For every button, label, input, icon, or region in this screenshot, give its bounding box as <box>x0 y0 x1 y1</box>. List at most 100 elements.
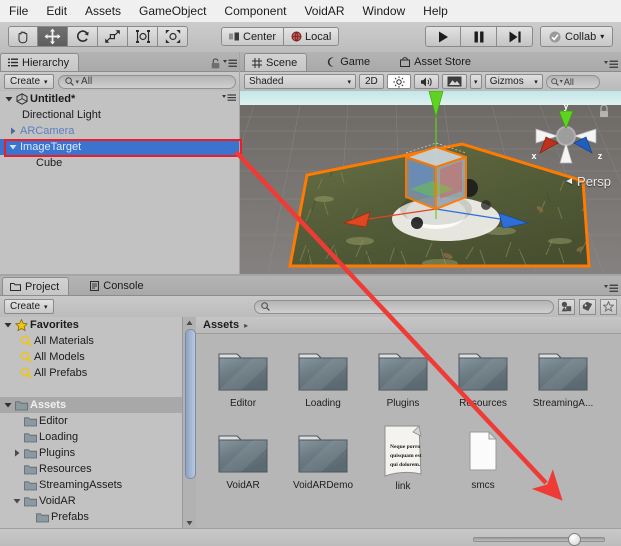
hand-tool-button[interactable] <box>8 26 38 47</box>
step-button[interactable] <box>497 26 533 47</box>
project-tree-item-streamingassets[interactable]: StreamingAssets <box>0 477 182 493</box>
space-mode-button[interactable]: Local <box>284 27 340 46</box>
menu-item-window[interactable]: Window <box>353 2 414 20</box>
asset-item-editor[interactable]: Editor <box>203 348 283 409</box>
project-create-button[interactable]: Create ▾ <box>4 299 54 314</box>
scene-gizmos-dropdown[interactable]: Gizmos ▾ <box>484 74 543 89</box>
light-icon <box>393 75 405 88</box>
project-tree-item-assets[interactable]: Assets <box>0 397 182 413</box>
move-tool-button[interactable] <box>38 26 68 47</box>
chevron-down-icon[interactable] <box>12 496 22 506</box>
project-tree-scrollbar[interactable] <box>182 317 196 528</box>
project-label-filter-button[interactable] <box>579 298 596 315</box>
scene-toolbar: Shaded ▾ 2D ▾ Gizmos ▾ ▾ All <box>240 72 621 92</box>
asset-item-loading[interactable]: Loading <box>283 348 363 409</box>
transform-tool-button[interactable] <box>158 26 188 47</box>
asset-zoom-slider-track[interactable] <box>473 537 605 542</box>
project-favorite-filter-button[interactable] <box>600 298 617 315</box>
asset-item-voidar[interactable]: VoidAR <box>203 430 283 491</box>
project-tree-item-voidar[interactable]: VoidAR <box>0 493 182 509</box>
tab-project[interactable]: Project <box>2 277 70 295</box>
scene-draw-mode-dropdown[interactable]: Shaded ▾ <box>244 74 356 89</box>
folder-icon <box>298 353 348 391</box>
collab-button[interactable]: Collab ▾ <box>540 26 614 47</box>
project-tree-scroll-thumb[interactable] <box>185 329 196 479</box>
menu-item-assets[interactable]: Assets <box>76 2 130 20</box>
project-tree-item-plugins[interactable]: Plugins <box>0 445 182 461</box>
lock-icon[interactable] <box>211 58 220 69</box>
scene-search-input[interactable]: ▾ All <box>545 74 600 89</box>
project-tree-item-all-models[interactable]: All Models <box>0 349 182 365</box>
folder-icon <box>24 480 37 490</box>
tab-game[interactable]: Game <box>319 53 379 71</box>
scene-2d-toggle[interactable]: 2D <box>359 74 384 89</box>
chevron-down-icon[interactable] <box>3 320 13 330</box>
pause-button[interactable] <box>461 26 497 47</box>
breadcrumb[interactable]: Assets ▸ <box>196 317 621 334</box>
asset-item-smcs[interactable]: smcs <box>443 430 523 491</box>
asset-item-resources[interactable]: Resources <box>443 348 523 409</box>
menu-item-gameobject[interactable]: GameObject <box>130 2 215 20</box>
rect-tool-button[interactable] <box>128 26 158 47</box>
asset-item-plugins[interactable]: Plugins <box>363 348 443 409</box>
panel-menu-icon[interactable] <box>223 59 237 68</box>
rotate-tool-button[interactable] <box>68 26 98 47</box>
chevron-down-icon: ▾ <box>347 78 351 86</box>
tab-asset-store[interactable]: Asset Store <box>393 53 480 71</box>
hierarchy-scene-root[interactable]: Untitled* <box>0 91 240 107</box>
asset-item-label: Editor <box>229 398 257 409</box>
asset-item-link[interactable]: Neque porro quisquam est qui dolorem. li… <box>363 424 443 492</box>
menu-item-edit[interactable]: Edit <box>37 2 76 20</box>
project-tree-item-editor[interactable]: Editor <box>0 413 182 429</box>
panel-divider-vertical[interactable] <box>239 52 240 274</box>
panel-menu-icon[interactable] <box>604 60 618 69</box>
scale-tool-button[interactable] <box>98 26 128 47</box>
scene-audio-toggle[interactable] <box>413 74 439 89</box>
chevron-down-icon[interactable] <box>8 142 18 152</box>
hierarchy-search-input[interactable]: ▾ All <box>57 74 236 89</box>
project-tree-item-prefabs[interactable]: Prefabs <box>0 509 182 525</box>
hierarchy-scene-name: Untitled* <box>30 93 76 105</box>
pivot-mode-button[interactable]: Center <box>221 27 285 46</box>
project-shape-filter-button[interactable] <box>558 298 575 315</box>
project-tree-item-loading[interactable]: Loading <box>0 429 182 445</box>
menu-item-component[interactable]: Component <box>215 2 295 20</box>
scene-perspective-label[interactable]: ◄ Persp <box>564 174 611 189</box>
scroll-down-arrow-icon[interactable] <box>185 518 194 527</box>
panel-menu-icon[interactable] <box>604 284 618 293</box>
chevron-right-icon[interactable] <box>12 448 22 458</box>
project-tree-item-resources[interactable]: Resources <box>0 461 182 477</box>
hierarchy-create-button[interactable]: Create ▾ <box>4 74 54 89</box>
menu-item-help[interactable]: Help <box>414 2 457 20</box>
tab-hierarchy[interactable]: Hierarchy <box>0 53 80 71</box>
asset-item-streamingassets[interactable]: StreamingA... <box>523 348 603 409</box>
tab-scene[interactable]: Scene <box>244 53 308 71</box>
hierarchy-item-directional-light[interactable]: Directional Light <box>0 107 240 123</box>
asset-zoom-slider-knob[interactable] <box>568 533 581 546</box>
project-tree-item-all-materials[interactable]: All Materials <box>0 333 182 349</box>
project-tree-item-all-prefabs[interactable]: All Prefabs <box>0 365 182 381</box>
hierarchy-item-arcamera[interactable]: ARCamera <box>0 123 240 139</box>
scene-fx-toggle[interactable] <box>441 74 467 89</box>
chevron-right-icon[interactable] <box>8 126 18 136</box>
tab-console[interactable]: Console <box>83 277 152 295</box>
menu-item-voidar[interactable]: VoidAR <box>295 2 353 20</box>
chevron-down-icon[interactable] <box>3 400 13 410</box>
pivot-icon <box>229 32 239 41</box>
play-button[interactable] <box>425 26 461 47</box>
scroll-up-arrow-icon[interactable] <box>185 318 194 327</box>
scene-fx-dropdown[interactable]: ▾ <box>469 74 482 89</box>
asset-item-voidardemo[interactable]: VoidARDemo <box>283 430 363 491</box>
hierarchy-scene-menu[interactable] <box>222 93 236 105</box>
project-tree-item-favorites[interactable]: Favorites <box>0 317 182 333</box>
project-search-input[interactable] <box>254 299 554 314</box>
scene-lighting-toggle[interactable] <box>386 74 411 89</box>
asset-item-label: link <box>395 481 411 492</box>
hierarchy-item-cube[interactable]: Cube <box>0 155 240 171</box>
scene-viewport[interactable]: y x z ◄ Persp <box>240 91 621 274</box>
pause-icon <box>474 31 483 42</box>
chevron-down-icon[interactable] <box>4 94 14 104</box>
hierarchy-item-imagetarget[interactable]: ImageTarget <box>0 139 240 155</box>
project-tree-label: Loading <box>39 431 79 443</box>
menu-item-file[interactable]: File <box>0 2 37 20</box>
